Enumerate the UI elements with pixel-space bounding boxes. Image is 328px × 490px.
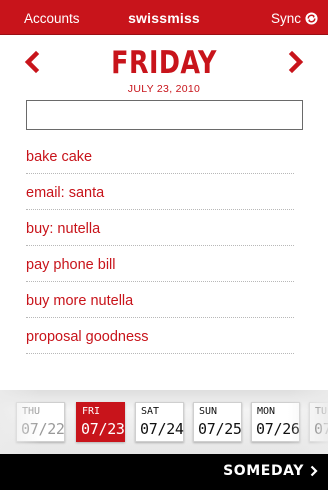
task-list: bake cake email: santa buy: nutella pay … (26, 138, 294, 354)
next-day-button[interactable] (286, 50, 306, 74)
someday-button[interactable]: SOMEDAY (223, 463, 318, 479)
date-tile[interactable]: SUN 07/25 (193, 402, 242, 442)
date-tile-date: 07/26 (256, 420, 300, 438)
date-tile-date: 07/24 (140, 420, 184, 438)
task-item[interactable]: bake cake (26, 138, 294, 174)
date-tile[interactable]: THU 07/22 (16, 402, 65, 442)
date-tile[interactable]: SAT 07/24 (135, 402, 184, 442)
date-tile-weekday: FRI (82, 406, 101, 417)
date-tile-date: 07/22 (21, 420, 65, 438)
date-tile-date: 07/ (314, 420, 328, 438)
date-tile-selected[interactable]: FRI 07/23 (76, 402, 125, 442)
date-strip[interactable]: THU 07/22 FRI 07/23 SAT 07/24 SUN 07/25 … (0, 390, 328, 454)
task-item[interactable]: buy: nutella (26, 210, 294, 246)
day-header: FRIDAY JULY 23, 2010 (0, 36, 328, 96)
someday-label: SOMEDAY (223, 463, 304, 479)
date-tile-weekday: SAT (141, 406, 160, 417)
sync-icon (305, 12, 318, 25)
new-task-input[interactable] (26, 100, 303, 130)
day-name: FRIDAY (111, 45, 217, 81)
day-date: JULY 23, 2010 (127, 83, 201, 95)
date-tile-weekday: MON (257, 406, 276, 417)
navigation-bar: Accounts swissmiss Sync (0, 0, 328, 35)
task-item[interactable]: email: santa (26, 174, 294, 210)
date-tile-date: 07/25 (198, 420, 242, 438)
sync-label: Sync (270, 11, 301, 26)
date-tile-date: 07/23 (81, 420, 125, 438)
task-item[interactable]: buy more nutella (26, 282, 294, 318)
chevron-right-icon (310, 465, 318, 477)
sync-button[interactable]: Sync (271, 11, 318, 26)
task-item[interactable]: proposal goodness (26, 318, 294, 354)
date-tile[interactable]: MON 07/26 (251, 402, 300, 442)
bottom-bar: SOMEDAY (0, 454, 328, 490)
date-tile-weekday: THU (22, 406, 41, 417)
date-tile-weekday: SUN (199, 406, 218, 417)
task-item[interactable]: pay phone bill (26, 246, 294, 282)
date-tile[interactable]: TU 07/ (309, 402, 328, 442)
date-tile-weekday: TU (315, 406, 328, 417)
